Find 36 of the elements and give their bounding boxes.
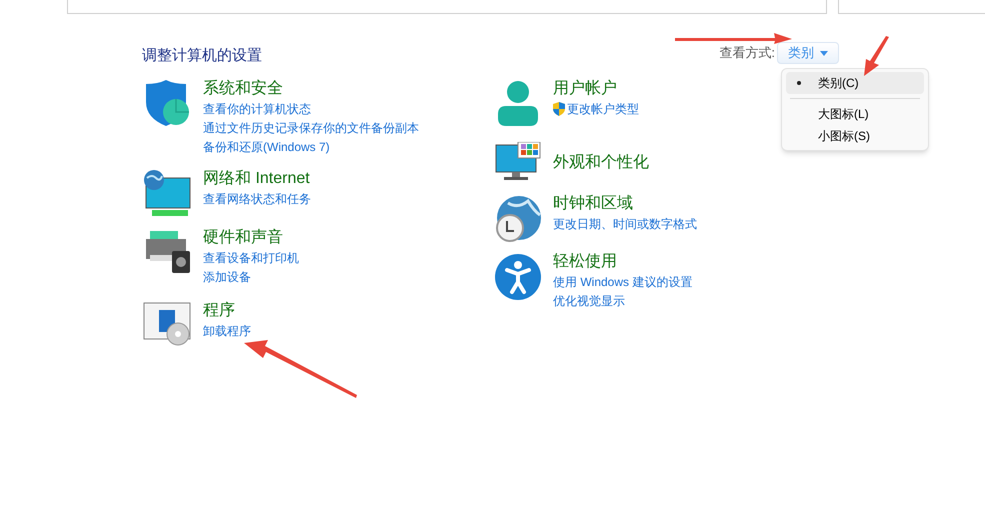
network-monitor-icon <box>144 170 192 218</box>
category-title[interactable]: 程序 <box>203 300 235 322</box>
task-link[interactable]: 更改帐户类型 <box>553 100 639 118</box>
task-link[interactable]: 更改日期、时间或数字格式 <box>553 214 697 234</box>
monitor-palette-icon <box>494 142 542 182</box>
task-link[interactable]: 查看网络状态和任务 <box>203 190 311 208</box>
category-title[interactable]: 外观和个性化 <box>553 152 649 174</box>
task-link[interactable]: 添加设备 <box>203 268 251 286</box>
task-link[interactable]: 卸载程序 <box>203 322 251 340</box>
bullet-icon <box>797 81 801 85</box>
task-link[interactable]: 查看你的计算机状态 <box>203 100 311 118</box>
view-by-dropdown[interactable]: 类别 <box>777 42 839 64</box>
task-link[interactable]: 通过文件历史记录保存你的文件备份副本 <box>203 118 419 138</box>
category-title[interactable]: 时钟和区域 <box>553 192 633 214</box>
category-title[interactable]: 系统和安全 <box>203 78 283 100</box>
task-link[interactable]: 使用 Windows 建议的设置 <box>553 272 692 292</box>
globe-clock-icon <box>494 194 542 242</box>
printer-speaker-icon <box>144 228 192 274</box>
task-link[interactable]: 备份和还原(Windows 7) <box>203 138 330 156</box>
menu-item[interactable]: 大图标(L) <box>786 103 924 125</box>
user-icon <box>496 80 540 128</box>
menu-item[interactable]: 小图标(S) <box>786 125 924 147</box>
shield-icon <box>144 80 192 128</box>
annotation-arrow <box>864 36 889 76</box>
page-heading: 调整计算机的设置 <box>142 46 262 66</box>
category-title[interactable]: 轻松使用 <box>553 250 617 272</box>
menu-item[interactable]: 类别(C) <box>786 72 924 94</box>
task-link[interactable]: 查看设备和打印机 <box>203 248 299 268</box>
caret-icon <box>820 50 828 56</box>
accessibility-icon <box>494 252 542 300</box>
category-title[interactable]: 网络和 Internet <box>203 168 310 190</box>
category-title[interactable]: 用户帐户 <box>553 78 617 100</box>
category-title[interactable]: 硬件和声音 <box>203 226 283 248</box>
programs-window-disc-icon <box>143 302 193 346</box>
task-link[interactable]: 优化视觉显示 <box>553 292 625 310</box>
view-by-label: 查看方式: <box>719 44 775 62</box>
